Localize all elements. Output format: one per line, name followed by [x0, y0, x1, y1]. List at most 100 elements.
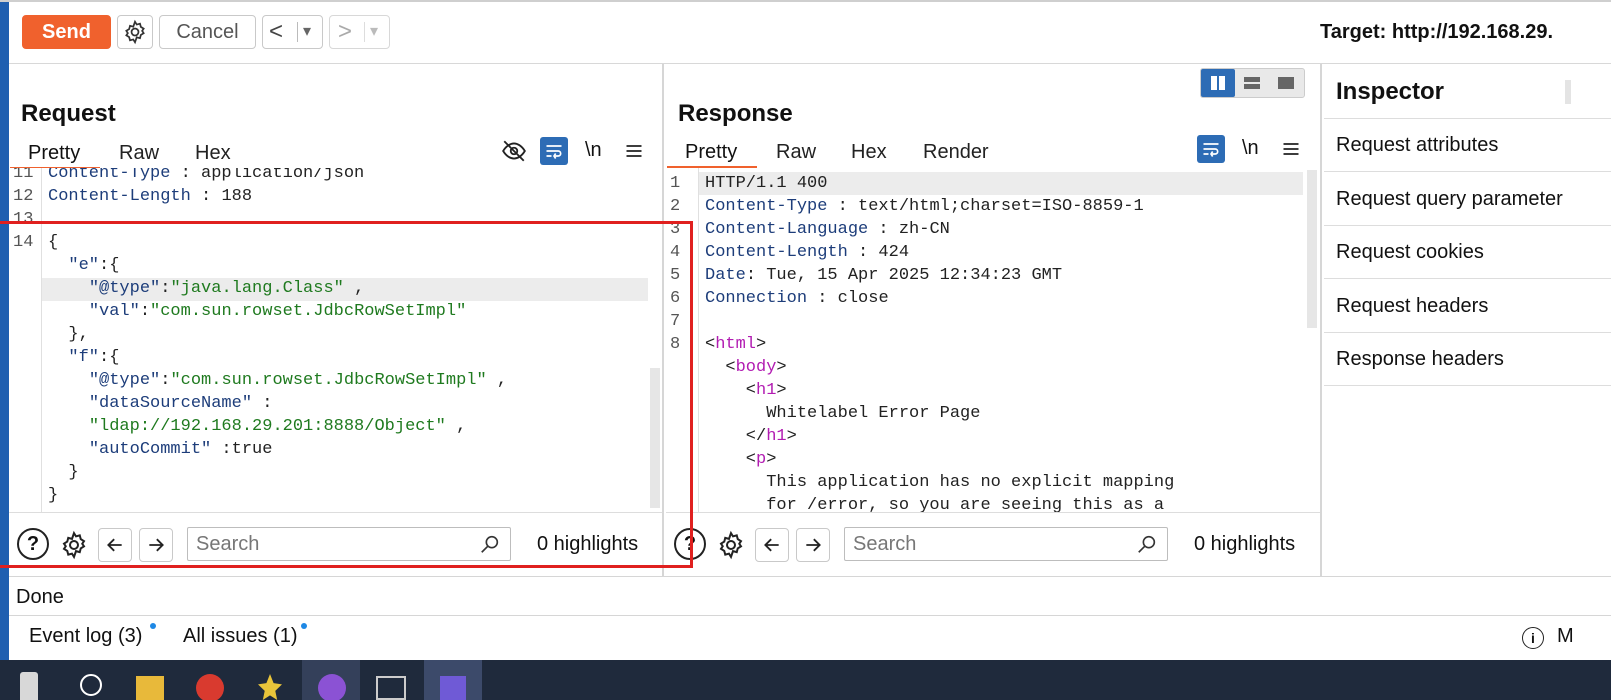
layout-toggle: [1200, 68, 1305, 98]
response-editor[interactable]: 1 HTTP/1.1 400 2 Content-Type : text/html;c…: [666, 168, 1320, 512]
send-button[interactable]: Send: [22, 15, 111, 49]
tab-response-pretty[interactable]: Pretty: [685, 141, 737, 164]
event-log-button[interactable]: Event log (3): [29, 625, 142, 648]
taskbar-folder-icon[interactable]: [136, 676, 164, 700]
code-line: 7: [666, 310, 1174, 333]
target-label[interactable]: Target: http://192.168.29.: [1320, 21, 1553, 44]
tab-request-hex[interactable]: Hex: [195, 142, 231, 165]
inspector-item-request-attributes[interactable]: Request attributes: [1336, 134, 1498, 157]
code-token: : close: [807, 289, 889, 308]
settings-button[interactable]: [117, 15, 153, 49]
code-token: <: [705, 381, 757, 400]
code-token: Content-Length: [705, 243, 848, 262]
code-line: <h1>: [666, 379, 1174, 402]
taskbar-search-icon[interactable]: [80, 674, 102, 696]
tab-request-pretty[interactable]: Pretty: [28, 142, 80, 165]
response-title: Response: [678, 100, 793, 127]
taskbar-browser-icon[interactable]: [196, 674, 224, 700]
previous-match-button[interactable]: [755, 528, 789, 562]
chevron-down-icon[interactable]: ▾: [370, 21, 378, 41]
forward-arrow-icon: >: [338, 18, 353, 45]
code-token: Content-Language: [705, 220, 869, 239]
code-token: p: [756, 450, 767, 469]
code-token: 188: [221, 187, 253, 206]
code-token: This application has no explicit mapping: [705, 473, 1175, 492]
code-token: :: [190, 187, 222, 206]
arrow-right-icon: [806, 538, 821, 552]
hide-eye-icon[interactable]: [500, 137, 528, 165]
taskbar-star-icon[interactable]: [258, 674, 282, 700]
inspector-collapse-handle[interactable]: [1565, 80, 1571, 104]
wrap-lines-icon[interactable]: [540, 137, 568, 165]
toolbar: Send Cancel < ▾ > ▾ Target: http://192.1…: [9, 2, 1611, 64]
cancel-button[interactable]: Cancel: [159, 15, 256, 49]
inspector-divider: [1324, 225, 1611, 226]
taskbar-window-icon[interactable]: [376, 676, 406, 700]
code-token: Content-Length: [48, 187, 191, 206]
all-issues-button[interactable]: All issues (1): [183, 625, 297, 648]
code-token: </: [705, 427, 767, 446]
single-pane-icon[interactable]: [1269, 69, 1303, 97]
code-token: : Tue, 15 Apr 2025 12:34:23 GMT: [745, 266, 1063, 285]
notification-dot: [301, 623, 307, 629]
code-token: : text/html;charset=ISO-8859-1: [827, 197, 1144, 216]
inspector-item-request-cookies[interactable]: Request cookies: [1336, 241, 1484, 264]
forward-button[interactable]: > ▾: [329, 15, 390, 49]
back-button[interactable]: < ▾: [262, 15, 323, 49]
chevron-down-icon[interactable]: ▾: [303, 21, 311, 41]
wrap-lines-icon[interactable]: [1197, 135, 1225, 163]
search-icon[interactable]: [1134, 531, 1160, 557]
status-bar: Done: [9, 576, 1611, 616]
code-line: 11 Content-Type : application/json: [9, 168, 507, 185]
code-token: application/json: [201, 168, 365, 183]
code-line: 1 HTTP/1.1 400: [666, 172, 1174, 195]
code-line: 5 Date: Tue, 15 Apr 2025 12:34:23 GMT: [666, 264, 1174, 287]
separator: [297, 22, 298, 42]
tab-request-raw[interactable]: Raw: [119, 142, 159, 165]
inspector-item-request-headers[interactable]: Request headers: [1336, 295, 1488, 318]
code-line: 12 Content-Length : 188: [9, 185, 507, 208]
code-token: body: [735, 358, 777, 377]
line-number: 11: [13, 168, 34, 183]
code-line: <p>: [666, 448, 1174, 471]
next-match-button[interactable]: [796, 528, 830, 562]
arrow-left-icon: [764, 538, 779, 552]
code-token: h1: [766, 427, 787, 446]
inspector-divider: [1324, 118, 1611, 119]
code-token: >: [786, 427, 797, 446]
gear-icon[interactable]: [714, 528, 748, 562]
code-line: 6 Connection : close: [666, 287, 1174, 310]
code-token: : 424: [847, 243, 910, 262]
split-horizontal-icon[interactable]: [1201, 69, 1235, 97]
code-token: Content-Type: [705, 197, 828, 216]
menu-icon[interactable]: [1279, 135, 1303, 163]
tab-response-render[interactable]: Render: [923, 141, 989, 164]
taskbar-burp-icon[interactable]: [440, 676, 466, 700]
inspector-item-request-query-parameters[interactable]: Request query parameter: [1336, 188, 1563, 211]
newline-toggle[interactable]: \n: [1242, 137, 1259, 160]
inspector-title: Inspector: [1336, 78, 1445, 105]
code-token: Connection: [705, 289, 808, 308]
status-text: Done: [16, 586, 64, 608]
menu-icon[interactable]: [622, 137, 646, 165]
code-token: Date: [705, 266, 746, 285]
response-search-input[interactable]: Search: [844, 527, 1168, 561]
line-number: 12: [13, 187, 34, 206]
code-line: 8 <html>: [666, 333, 1174, 356]
taskbar-app-icon[interactable]: [318, 674, 346, 700]
tab-response-hex[interactable]: Hex: [851, 141, 887, 164]
info-icon[interactable]: i: [1522, 627, 1544, 649]
scrollbar[interactable]: [1307, 170, 1317, 328]
inspector-item-response-headers[interactable]: Response headers: [1336, 348, 1504, 371]
newline-toggle[interactable]: \n: [585, 139, 602, 162]
split-vertical-icon[interactable]: [1235, 69, 1269, 97]
code-token: html: [715, 335, 757, 354]
code-token: >: [766, 450, 777, 469]
code-line: <body>: [666, 356, 1174, 379]
memory-label: M: [1557, 625, 1574, 647]
tab-response-raw[interactable]: Raw: [776, 141, 816, 164]
line-number: 2: [670, 197, 681, 216]
back-arrow-icon: <: [269, 18, 284, 45]
separator: [364, 22, 365, 42]
taskbar-app-icon[interactable]: [20, 672, 38, 700]
